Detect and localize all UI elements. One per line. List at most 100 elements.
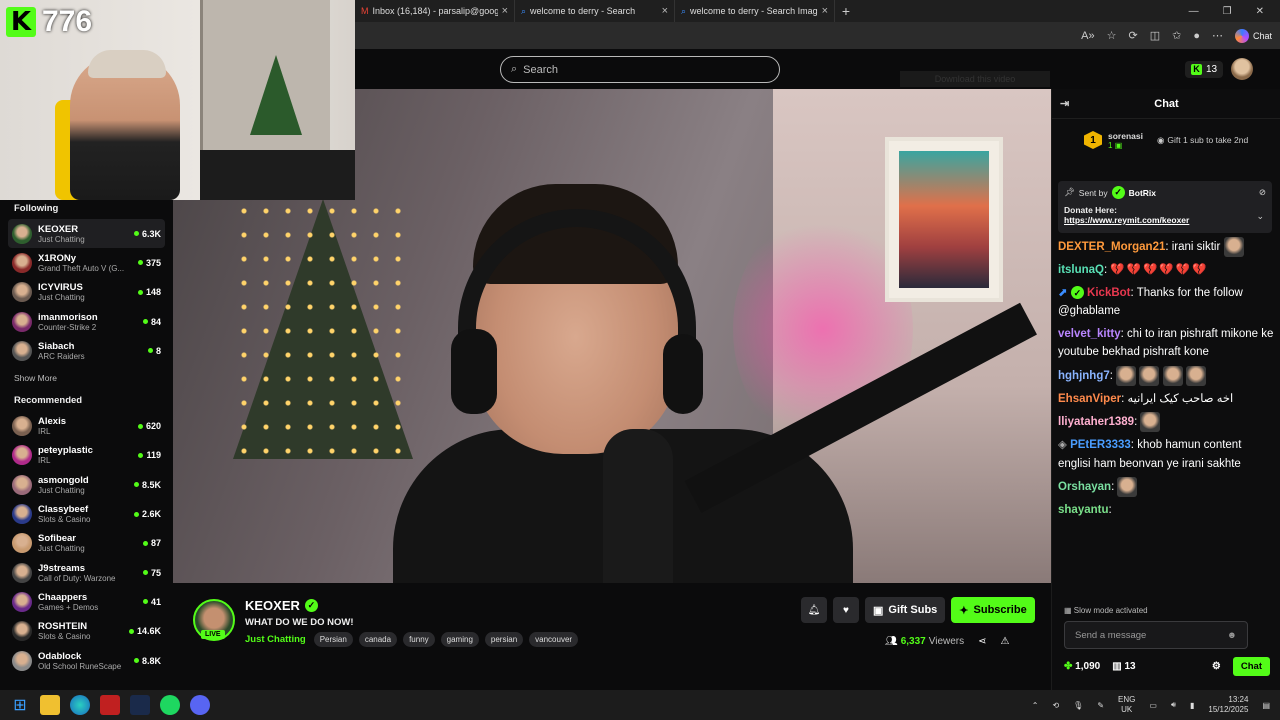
more-menu-icon[interactable]: ⋯ [1212,29,1223,42]
emoji-icon[interactable]: ☻ [1227,630,1237,641]
stream-tag[interactable]: Persian [313,632,353,647]
follow-heart-icon[interactable]: ♥ [833,597,859,623]
sidebar-channel-keoxer[interactable]: KEOXER Just Chatting 6.3K [8,219,165,249]
favorite-star-icon[interactable]: ☆ [1107,29,1117,42]
chat-username[interactable]: shayantu [1058,504,1109,516]
sync-icon[interactable]: ⟲ [1052,701,1059,710]
volume-icon[interactable]: 🔊︎ [1171,700,1176,710]
extensions-icon[interactable]: ⟳ [1128,29,1137,42]
chat-username[interactable]: EhsanViper [1058,393,1121,405]
channel-name: Sofibear [38,533,77,545]
stream-tag[interactable]: funny [403,632,435,647]
browser-tab[interactable]: ⌕ welcome to derry - Search Image × [675,0,835,22]
show-more-link[interactable]: Show More [14,373,159,383]
notifications-icon[interactable]: ▤ [1262,701,1270,710]
battery-icon[interactable]: ▮ [1190,701,1194,710]
close-tab-icon[interactable]: × [502,5,508,17]
donate-link[interactable]: https://www.reymit.com/keoxer [1064,215,1266,225]
channel-category: Just Chatting [38,234,85,244]
gift-leaderboard[interactable]: 1 sorenasi 1 ▣ ◉ Gift 1 sub to take 2nd [1052,119,1280,161]
sidebar-channel-chaappers[interactable]: Chaappers Games + Demos 41 [8,587,165,616]
chat-username[interactable]: itslunaQ [1058,264,1104,276]
app-icon[interactable] [100,695,120,715]
read-aloud-icon[interactable]: A» [1081,30,1094,42]
send-chat-button[interactable]: Chat [1232,656,1270,676]
chat-username[interactable]: Orshayan [1058,481,1111,493]
user-avatar[interactable] [1231,58,1254,80]
paint-icon[interactable]: ✎ [1097,701,1104,710]
chat-username[interactable]: hghjnhg7 [1058,370,1110,382]
chat-username[interactable]: DEXTER_Morgan21 [1058,241,1165,253]
microphone-icon[interactable]: 🎙︎ [1073,701,1083,710]
gift-subs-button[interactable]: ▣ Gift Subs [865,597,946,623]
close-window-icon[interactable]: ✕ [1256,6,1264,17]
sidebar-channel-classybeef[interactable]: Classybeef Slots & Casino 2.6K [8,499,165,528]
viewer-count: 👥︎ 6,337 Viewers [885,636,965,647]
tab-title: Inbox (16,184) - parsalip@google [372,6,498,16]
sidebar-channel-x1rony[interactable]: X1RONy Grand Theft Auto V (G... 375 [8,248,165,277]
close-tab-icon[interactable]: × [662,5,668,17]
sidebar-channel-peteyplastic[interactable]: peteyplastic IRL 119 [8,441,165,470]
browser-tab[interactable]: ⌕ welcome to derry - Search × [515,0,675,22]
chat-settings-gear-icon[interactable]: ⚙ [1212,661,1221,672]
stream-tag[interactable]: gaming [440,632,479,647]
share-icon[interactable]: ⋖ [978,636,986,647]
channel-category: Just Chatting [38,293,85,303]
chat-message-input[interactable]: Send a message ☻ [1064,621,1248,649]
sidebar-channel-odablock[interactable]: Odablock Old School RuneScape 8.8K [8,646,165,675]
chat-username[interactable]: lliyataher1389 [1058,416,1134,428]
stream-tag[interactable]: persian [484,632,524,647]
stream-category-link[interactable]: Just Chatting [245,634,306,645]
language-indicator[interactable]: ENG UK [1118,695,1135,715]
stream-tag[interactable]: vancouver [529,632,579,647]
download-video-chip[interactable]: Download this video [900,71,1050,87]
search-input[interactable]: ⌕ Search [500,56,780,83]
channel-viewers: 6.3K [133,229,161,239]
sidebar-channel-imanmorison[interactable]: imanmorison Counter-Strike 2 84 [8,307,165,336]
kicks-balance[interactable]: K 13 [1185,60,1224,78]
emote-icon [1162,365,1183,386]
sidebar-channel-sofibear[interactable]: Sofibear Just Chatting 87 [8,529,165,558]
maximize-icon[interactable]: ❐ [1223,6,1232,17]
clock[interactable]: 13:24 15/12/2025 [1208,695,1248,715]
collapse-chat-icon[interactable]: ⇥ [1060,97,1069,110]
file-explorer-icon[interactable] [40,695,60,715]
network-icon[interactable]: ▭ [1149,701,1157,710]
chat-username[interactable]: KickBot [1087,287,1130,299]
channel-viewers: 41 [142,597,161,607]
profile-icon[interactable]: ● [1193,30,1200,42]
steam-icon[interactable] [130,695,150,715]
close-tab-icon[interactable]: × [822,5,828,17]
sidebar-channel-siabach[interactable]: Siabach ARC Raiders 8 [8,336,165,365]
chevron-up-icon[interactable]: ⌃ [1032,701,1039,710]
streamer-name[interactable]: KEOXER ✓ [245,598,318,613]
notifications-bell-icon[interactable]: 🔔︎ [801,597,827,623]
favorites-icon[interactable]: ✩ [1172,29,1181,42]
channel-viewers: 8.8K [133,656,161,666]
unpin-icon[interactable]: ⊘ [1259,187,1266,198]
subscribe-button[interactable]: ✦ Subscribe [951,597,1035,623]
sidebar-channel-asmongold[interactable]: asmongold Just Chatting 8.5K [8,470,165,499]
chat-username[interactable]: PEtER3333 [1070,439,1131,451]
copilot-button[interactable]: Chat [1234,28,1272,43]
minimize-icon[interactable]: — [1189,6,1199,17]
chat-username[interactable]: velvet_kitty [1058,328,1121,340]
emote-icon [1185,365,1206,386]
browser-tab[interactable]: M Inbox (16,184) - parsalip@google × [355,0,515,22]
chevron-down-icon[interactable]: ⌄ [1256,211,1264,222]
sidebar-channel-alexis[interactable]: Alexis IRL 620 [8,411,165,440]
gift-count[interactable]: ▥ 13 [1112,661,1135,672]
sidebar-channel-j9streams[interactable]: J9streams Call of Duty: Warzone 75 [8,558,165,587]
channel-points[interactable]: ✤ 1,090 [1064,661,1100,672]
report-warning-icon[interactable]: ⚠ [1001,636,1010,647]
sidebar-channel-icyvirus[interactable]: ICYVIRUS Just Chatting 148 [8,278,165,307]
split-screen-icon[interactable]: ◫ [1150,29,1160,42]
stream-tag[interactable]: canada [358,632,398,647]
new-tab-button[interactable]: + [835,3,857,19]
address-field[interactable] [363,25,1063,46]
edge-browser-icon[interactable] [70,695,90,715]
spotify-icon[interactable] [160,695,180,715]
windows-start-icon[interactable]: ⊞ [10,695,30,715]
discord-icon[interactable] [190,695,210,715]
sidebar-channel-roshtein[interactable]: ROSHTEIN Slots & Casino 14.6K [8,617,165,646]
